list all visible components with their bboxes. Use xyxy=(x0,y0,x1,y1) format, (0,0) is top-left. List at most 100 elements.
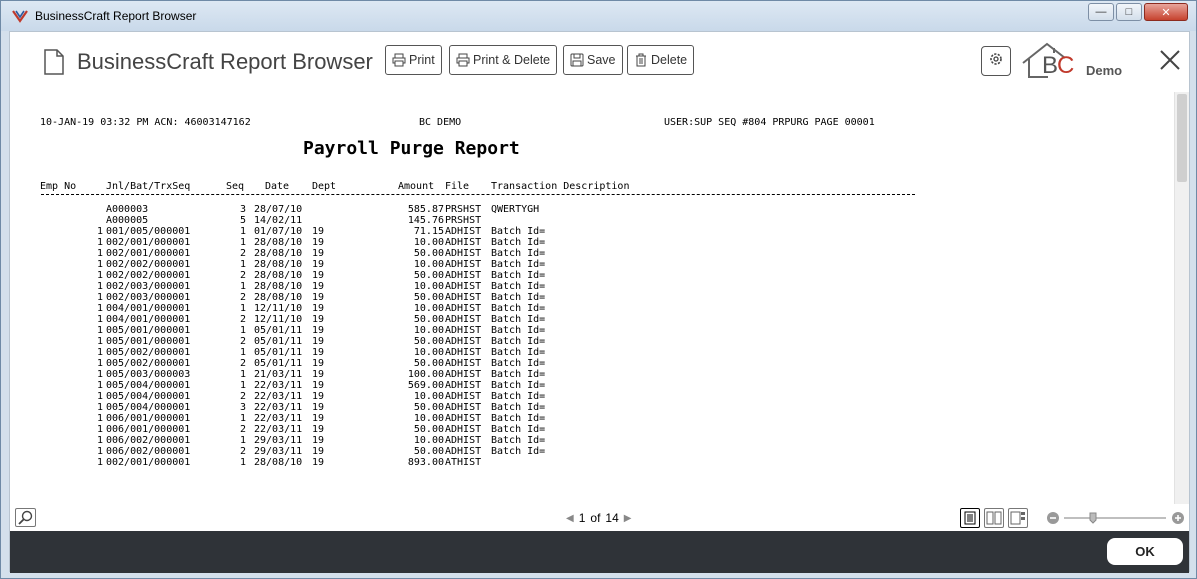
table-row: 1 005/002/000001 2 05/01/11 19 50.00 ADHIST Bat… xyxy=(10,358,1176,369)
two-page-view-button[interactable] xyxy=(984,508,1004,528)
cell-emp: 1 xyxy=(96,435,103,446)
close-icon xyxy=(1160,50,1180,70)
vertical-scrollbar[interactable] xyxy=(1174,92,1189,504)
single-page-view-button[interactable] xyxy=(960,508,980,528)
table-row: 1 002/003/000001 2 28/08/10 19 50.00 ADHIST Bat… xyxy=(10,292,1176,303)
cell-emp: 1 xyxy=(96,336,103,347)
cell-dept: 19 xyxy=(312,446,325,457)
cell-file: ADHIST xyxy=(445,435,482,446)
cell-jnl: 005/004/000001 xyxy=(106,380,191,391)
table-row: 1 005/002/000001 1 05/01/11 19 10.00 ADHIST Bat… xyxy=(10,347,1176,358)
brand-logo-text: BC xyxy=(1042,52,1074,79)
cell-seq: 1 xyxy=(239,281,246,292)
cell-jnl: 006/001/000001 xyxy=(106,413,191,424)
page-of-label: of xyxy=(590,511,601,525)
cell-seq: 2 xyxy=(239,292,246,303)
column-header-seq: Seq xyxy=(226,181,245,192)
cell-jnl: 002/002/000001 xyxy=(106,259,191,270)
table-row: 1 004/001/000001 2 12/11/10 19 50.00 ADHIST Bat… xyxy=(10,314,1176,325)
window-close-button[interactable]: ✕ xyxy=(1144,3,1188,21)
cell-seq: 5 xyxy=(239,215,246,226)
thumbnail-view-button[interactable] xyxy=(1008,508,1028,528)
scrollbar-thumb[interactable] xyxy=(1177,94,1187,182)
minimize-button[interactable]: — xyxy=(1088,3,1114,21)
table-row: 1 002/001/000001 2 28/08/10 19 50.00 ADHIST Bat… xyxy=(10,248,1176,259)
cell-emp: 1 xyxy=(96,380,103,391)
maximize-icon: □ xyxy=(1125,6,1133,18)
cell-jnl: 005/002/000001 xyxy=(106,358,191,369)
next-page-button[interactable]: ▶ xyxy=(624,513,632,524)
zoom-slider[interactable] xyxy=(1046,511,1186,525)
table-row: 1 004/001/000001 1 12/11/10 19 10.00 ADHIST Bat… xyxy=(10,303,1176,314)
cell-desc: Batch Id= xyxy=(491,336,546,347)
cell-file: ADHIST xyxy=(445,413,482,424)
cell-seq: 1 xyxy=(239,413,246,424)
cell-jnl: 006/002/000001 xyxy=(106,435,191,446)
cell-jnl: 005/001/000001 xyxy=(106,336,191,347)
cell-seq: 1 xyxy=(239,457,246,468)
maximize-button[interactable]: □ xyxy=(1116,3,1142,21)
cell-jnl: A000005 xyxy=(106,215,149,226)
cell-dept: 19 xyxy=(312,347,325,358)
cell-desc: Batch Id= xyxy=(491,402,546,413)
table-row: 1 005/004/000001 1 22/03/11 19 569.00 ADHIST Ba… xyxy=(10,380,1176,391)
single-page-icon xyxy=(964,511,976,525)
cell-amount: 50.00 xyxy=(413,292,444,303)
cell-file: ADHIST xyxy=(445,281,482,292)
cell-date: 29/03/11 xyxy=(254,446,303,457)
column-header-date: Date xyxy=(265,181,290,192)
save-button[interactable]: Save xyxy=(563,45,623,75)
cell-emp: 1 xyxy=(96,424,103,435)
cell-seq: 1 xyxy=(239,380,246,391)
cell-dept: 19 xyxy=(312,325,325,336)
table-row: 1 005/001/000001 1 05/01/11 19 10.00 ADHIST Bat… xyxy=(10,325,1176,336)
print-delete-button[interactable]: Print & Delete xyxy=(449,45,558,75)
cell-jnl: 001/005/000001 xyxy=(106,226,191,237)
cell-jnl: 002/003/000001 xyxy=(106,292,191,303)
trash-icon xyxy=(634,53,648,67)
magnifier-icon xyxy=(18,510,33,525)
cell-amount: 10.00 xyxy=(413,347,444,358)
cell-dept: 19 xyxy=(312,336,325,347)
cell-dept: 19 xyxy=(312,358,325,369)
cell-date: 01/07/10 xyxy=(254,226,303,237)
delete-button[interactable]: Delete xyxy=(627,45,695,75)
cell-dept: 19 xyxy=(312,435,325,446)
table-row: 1 002/001/000001 1 28/08/10 19 10.00 ADHIST Bat… xyxy=(10,237,1176,248)
close-report-button[interactable] xyxy=(1158,48,1182,72)
cell-date: 28/08/10 xyxy=(254,237,303,248)
cell-amount: 71.15 xyxy=(413,226,444,237)
table-row: 1 005/001/000001 2 05/01/11 19 50.00 ADHIST Bat… xyxy=(10,336,1176,347)
find-button[interactable] xyxy=(15,508,36,527)
ok-button[interactable]: OK xyxy=(1107,538,1183,565)
cell-desc: Batch Id= xyxy=(491,303,546,314)
cell-desc: Batch Id= xyxy=(491,281,546,292)
cell-date: 05/01/11 xyxy=(254,347,303,358)
cell-file: ADHIST xyxy=(445,259,482,270)
settings-button[interactable] xyxy=(981,46,1011,76)
thumbnail-icon xyxy=(1010,511,1025,525)
report-title: Payroll Purge Report xyxy=(303,138,520,159)
cell-desc: Batch Id= xyxy=(491,292,546,303)
cell-emp: 1 xyxy=(96,446,103,457)
cell-jnl: 006/002/000001 xyxy=(106,446,191,457)
table-row: 1 001/005/000001 1 01/07/10 19 71.15 ADHIST Bat… xyxy=(10,226,1176,237)
cell-seq: 2 xyxy=(239,391,246,402)
cell-seq: 1 xyxy=(239,325,246,336)
table-row: 1 006/001/000001 1 22/03/11 19 10.00 ADHIST Bat… xyxy=(10,413,1176,424)
cell-emp: 1 xyxy=(96,347,103,358)
dialog-footer: OK xyxy=(10,531,1189,573)
cell-dept: 19 xyxy=(312,270,325,281)
cell-file: ADHIST xyxy=(445,325,482,336)
report-rows: A000003 3 28/07/10 585.87 PRSHST QWERTYGH A000… xyxy=(10,204,1176,468)
cell-amount: 585.87 xyxy=(407,204,444,215)
cell-file: ADHIST xyxy=(445,369,482,380)
column-header-file: File xyxy=(445,181,470,192)
cell-file: ADHIST xyxy=(445,391,482,402)
previous-page-button[interactable]: ◀ xyxy=(566,513,574,524)
print-button[interactable]: Print xyxy=(385,45,442,75)
window-controls: — □ ✕ xyxy=(1088,3,1188,21)
cell-date: 22/03/11 xyxy=(254,380,303,391)
cell-jnl: A000003 xyxy=(106,204,149,215)
cell-jnl: 005/002/000001 xyxy=(106,347,191,358)
